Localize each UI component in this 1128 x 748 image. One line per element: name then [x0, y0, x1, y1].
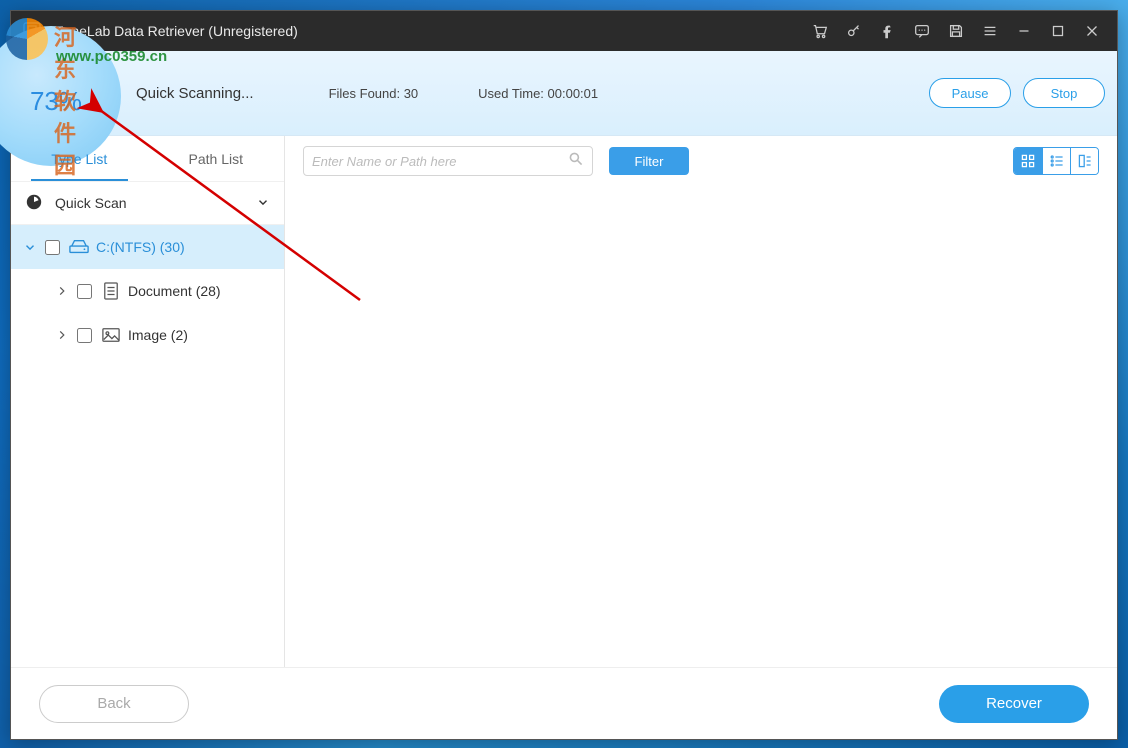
- minimize-icon[interactable]: [1007, 11, 1041, 51]
- tab-path-list-label: Path List: [189, 151, 243, 167]
- feedback-icon[interactable]: [905, 11, 939, 51]
- clock-icon: [25, 193, 45, 213]
- scan-status: Quick Scanning...: [136, 85, 254, 102]
- titlebar: FoneLab Data Retriever (Unregistered): [11, 11, 1117, 51]
- tree-document-label: Document (28): [128, 283, 221, 299]
- progress-percent: 73%: [30, 86, 82, 117]
- scan-mode-label: Quick Scan: [55, 195, 127, 211]
- view-detail-button[interactable]: [1070, 148, 1098, 174]
- chevron-right-icon[interactable]: [51, 329, 73, 341]
- document-icon: [100, 282, 122, 300]
- tree-node-document[interactable]: Document (28): [11, 269, 284, 313]
- content-area: Filter: [285, 136, 1117, 667]
- chevron-down-icon[interactable]: [19, 240, 41, 254]
- search-icon[interactable]: [568, 151, 584, 172]
- filter-button[interactable]: Filter: [609, 147, 689, 175]
- window-title: FoneLab Data Retriever (Unregistered): [55, 23, 298, 39]
- back-button[interactable]: Back: [39, 685, 189, 723]
- view-toggle: [1013, 147, 1099, 175]
- tree-node-drive[interactable]: C:(NTFS) (30): [11, 225, 284, 269]
- results-pane: [285, 186, 1117, 667]
- tab-path-list[interactable]: Path List: [148, 136, 285, 181]
- tree-image-label: Image (2): [128, 327, 188, 343]
- tab-type-list[interactable]: Type List: [11, 136, 148, 181]
- view-grid-button[interactable]: [1014, 148, 1042, 174]
- save-icon[interactable]: [939, 11, 973, 51]
- desktop-background: FoneLab Data Retriever (Unregistered) 73…: [0, 0, 1128, 748]
- close-icon[interactable]: [1075, 11, 1109, 51]
- key-icon[interactable]: [837, 11, 871, 51]
- facebook-icon[interactable]: [871, 11, 905, 51]
- footer: Back Recover: [11, 667, 1117, 739]
- files-found: Files Found: 30: [329, 86, 419, 101]
- maximize-icon[interactable]: [1041, 11, 1075, 51]
- search-input[interactable]: [312, 154, 568, 169]
- scan-mode-selector[interactable]: Quick Scan: [11, 181, 284, 225]
- app-window: FoneLab Data Retriever (Unregistered) 73…: [10, 10, 1118, 740]
- view-list-button[interactable]: [1042, 148, 1070, 174]
- progress-header: 73% Quick Scanning... Files Found: 30 Us…: [11, 51, 1117, 136]
- tree-checkbox-document[interactable]: [77, 284, 92, 299]
- chevron-right-icon[interactable]: [51, 285, 73, 297]
- pause-button[interactable]: Pause: [929, 78, 1011, 108]
- tree-checkbox-image[interactable]: [77, 328, 92, 343]
- recover-button[interactable]: Recover: [939, 685, 1089, 723]
- stop-button[interactable]: Stop: [1023, 78, 1105, 108]
- image-icon: [100, 327, 122, 343]
- tree-checkbox-drive[interactable]: [45, 240, 60, 255]
- tree: C:(NTFS) (30) Document (28) Image (2): [11, 225, 284, 667]
- cart-icon[interactable]: [803, 11, 837, 51]
- used-time: Used Time: 00:00:01: [478, 86, 598, 101]
- content-toolbar: Filter: [285, 136, 1117, 186]
- chevron-down-icon: [256, 195, 270, 212]
- tree-drive-label: C:(NTFS) (30): [96, 239, 185, 255]
- sidebar: Type List Path List Quick Scan C:(NT: [11, 136, 285, 667]
- menu-icon[interactable]: [973, 11, 1007, 51]
- sidebar-tabs: Type List Path List: [11, 136, 284, 181]
- tab-type-list-label: Type List: [51, 151, 107, 167]
- search-box[interactable]: [303, 146, 593, 176]
- drive-icon: [68, 239, 90, 255]
- tree-node-image[interactable]: Image (2): [11, 313, 284, 357]
- main-area: Type List Path List Quick Scan C:(NT: [11, 136, 1117, 667]
